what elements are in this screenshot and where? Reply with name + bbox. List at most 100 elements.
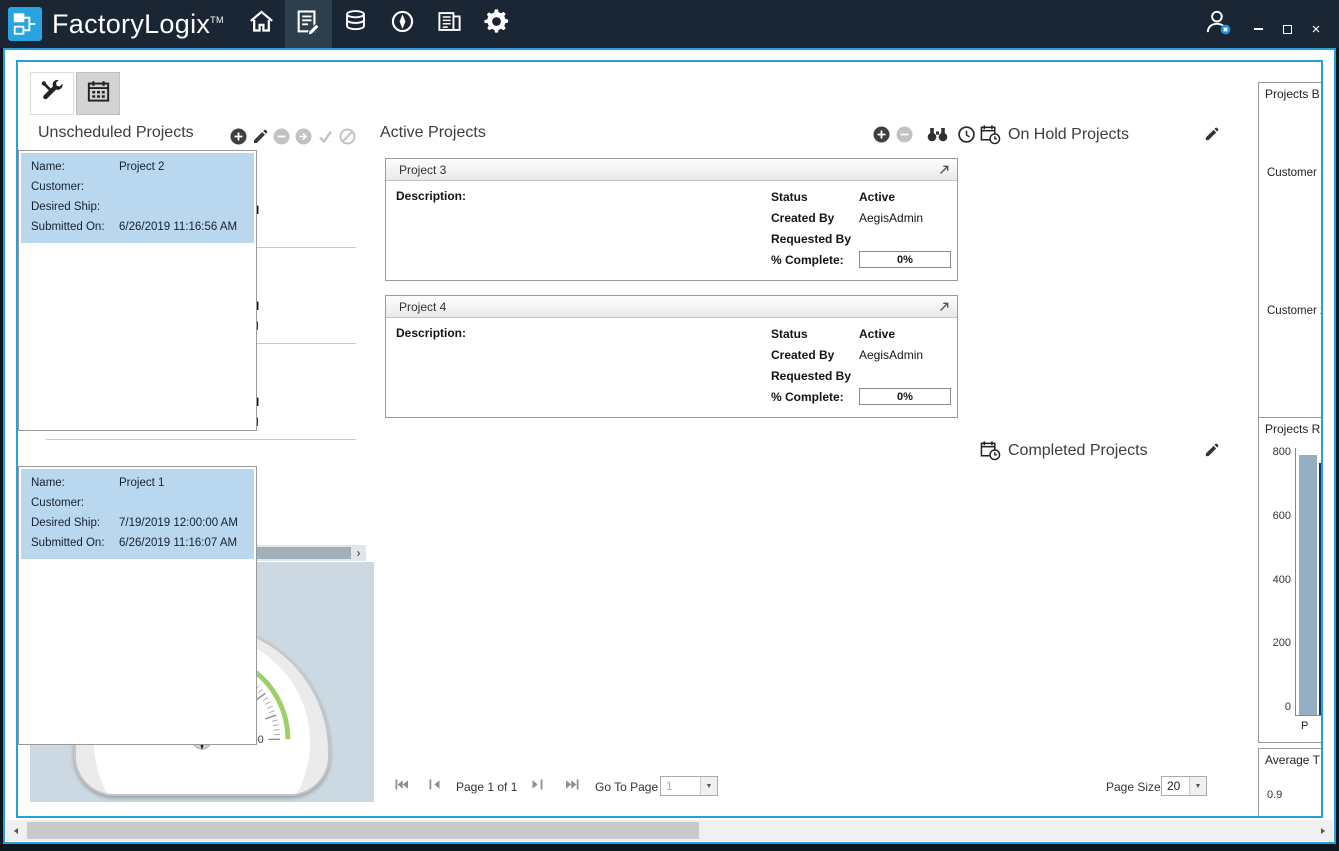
reports-icon	[436, 8, 463, 40]
projects-by-customer-chart: Projects B Customer 1 Customer 2	[1258, 82, 1323, 418]
first-page-button[interactable]	[395, 779, 409, 790]
edit-on-hold-button[interactable]	[1204, 127, 1219, 142]
project-submitted-on: 6/26/2019 11:16:07 AM	[119, 533, 237, 553]
field-label: Name:	[21, 473, 119, 493]
binoculars-icon[interactable]	[927, 127, 948, 142]
description-label: Description:	[396, 189, 466, 203]
chart-title: Projects B	[1265, 87, 1320, 101]
previous-page-button[interactable]	[429, 779, 441, 790]
app-logo-icon	[8, 7, 42, 41]
field-label: Submitted On:	[21, 533, 119, 553]
nav-navigate-button[interactable]	[379, 0, 426, 48]
add-button[interactable]	[230, 128, 247, 145]
percent-complete-label: % Complete:	[771, 390, 859, 404]
horizontal-scrollbar[interactable]	[6, 820, 1333, 841]
bar	[1299, 455, 1317, 715]
project-desired-ship: 7/19/2019 12:00:00 AM	[119, 513, 238, 533]
card-header[interactable]: Project 3	[386, 159, 957, 181]
clock-icon[interactable]	[958, 126, 975, 143]
app-title: FactoryLogixTM	[52, 9, 224, 40]
expand-icon[interactable]	[939, 164, 950, 175]
page-size-select[interactable]: 20 ▼	[1161, 776, 1207, 796]
percent-complete-label: % Complete:	[771, 253, 859, 267]
tools-icon	[40, 79, 65, 109]
x-axis	[1295, 715, 1323, 716]
active-project-card[interactable]: Project 4 Description: StatusActive Crea…	[385, 295, 958, 418]
settings-icon	[482, 7, 511, 41]
nav-materials-button[interactable]	[332, 0, 379, 48]
percent-complete-field[interactable]: 0%	[859, 388, 951, 405]
on-hold-header: On Hold Projects	[980, 124, 1219, 145]
minimize-button[interactable]	[1251, 22, 1265, 36]
last-page-button[interactable]	[565, 779, 579, 790]
completed-header: Completed Projects	[980, 440, 1219, 461]
materials-icon	[342, 8, 369, 40]
close-button[interactable]: ×	[1309, 22, 1323, 36]
on-hold-project-item[interactable]: Name:Project 2 Customer: Desired Ship: S…	[21, 153, 254, 243]
cancel-button[interactable]	[339, 128, 356, 145]
calendar-icon	[86, 79, 111, 109]
nav-planning-button[interactable]	[285, 0, 332, 48]
average-time-chart: Average T 0.9	[1258, 748, 1323, 818]
project-submitted-on: 6/26/2019 11:16:56 AM	[119, 217, 237, 237]
created-by-value: AegisAdmin	[859, 211, 923, 225]
planning-icon	[294, 8, 322, 41]
completed-title: Completed Projects	[1008, 442, 1148, 460]
card-title: Project 4	[399, 300, 446, 314]
y-axis-tick: 600	[1261, 510, 1291, 522]
page-size-value: 20	[1162, 777, 1189, 795]
nav-settings-button[interactable]	[473, 0, 520, 48]
field-label: Customer:	[21, 177, 119, 197]
created-by-label: Created By	[771, 211, 859, 225]
nav-reports-button[interactable]	[426, 0, 473, 48]
status-value: Active	[859, 327, 895, 341]
scroll-right-icon[interactable]	[1313, 820, 1333, 841]
scroll-right-icon[interactable]: ›	[351, 545, 366, 561]
bar	[1319, 463, 1323, 715]
y-axis-tick: 800	[1261, 446, 1291, 458]
expand-icon[interactable]	[939, 301, 950, 312]
titlebar: FactoryLogixTM	[0, 0, 1339, 48]
x-axis-label: P	[1301, 720, 1308, 732]
project-name: Project 2	[119, 157, 164, 177]
unscheduled-toolbar	[230, 128, 356, 145]
chevron-down-icon[interactable]: ▼	[700, 777, 717, 795]
next-page-button[interactable]	[531, 779, 543, 790]
edit-button[interactable]	[252, 129, 268, 145]
on-hold-projects-panel: Name:Project 2 Customer: Desired Ship: S…	[18, 150, 257, 431]
main-navigation	[238, 0, 520, 48]
goto-page-select[interactable]: 1 ▼	[660, 776, 718, 796]
nav-home-button[interactable]	[238, 0, 285, 48]
home-icon	[248, 8, 275, 40]
move-button[interactable]	[295, 128, 312, 145]
edit-completed-button[interactable]	[1204, 443, 1219, 458]
active-project-card[interactable]: Project 3 Description: StatusActive Crea…	[385, 158, 958, 281]
scrollbar-thumb[interactable]	[27, 822, 699, 839]
completed-project-item[interactable]: Name:Project 1 Customer: Desired Ship:7/…	[21, 469, 254, 559]
page-size-label: Page Size	[1106, 780, 1161, 794]
add-button[interactable]	[873, 126, 890, 143]
field-label: Desired Ship:	[21, 197, 119, 217]
requested-by-label: Requested By	[771, 232, 859, 246]
percent-complete-field[interactable]: 0%	[859, 251, 951, 268]
maximize-button[interactable]	[1280, 22, 1294, 36]
page-indicator: Page 1 of 1	[456, 780, 517, 794]
tab-tools[interactable]	[30, 72, 74, 115]
remove-button[interactable]	[273, 128, 290, 145]
chevron-down-icon[interactable]: ▼	[1189, 777, 1206, 795]
calendar-clock-icon	[980, 440, 1001, 461]
calendar-clock-icon	[980, 124, 1001, 145]
y-axis-tick: 200	[1261, 637, 1291, 649]
accept-button[interactable]	[317, 128, 334, 145]
category-label: Customer 2	[1267, 305, 1323, 317]
status-label: Status	[771, 190, 859, 204]
user-button[interactable]	[1203, 7, 1233, 42]
tab-schedule[interactable]	[76, 72, 120, 115]
project-name: Project 1	[119, 473, 164, 493]
card-header[interactable]: Project 4	[386, 296, 957, 318]
created-by-value: AegisAdmin	[859, 348, 923, 362]
minimize-icon	[1254, 28, 1263, 30]
scroll-left-icon[interactable]	[6, 820, 26, 841]
field-label: Submitted On:	[21, 217, 119, 237]
remove-button[interactable]	[896, 126, 913, 143]
